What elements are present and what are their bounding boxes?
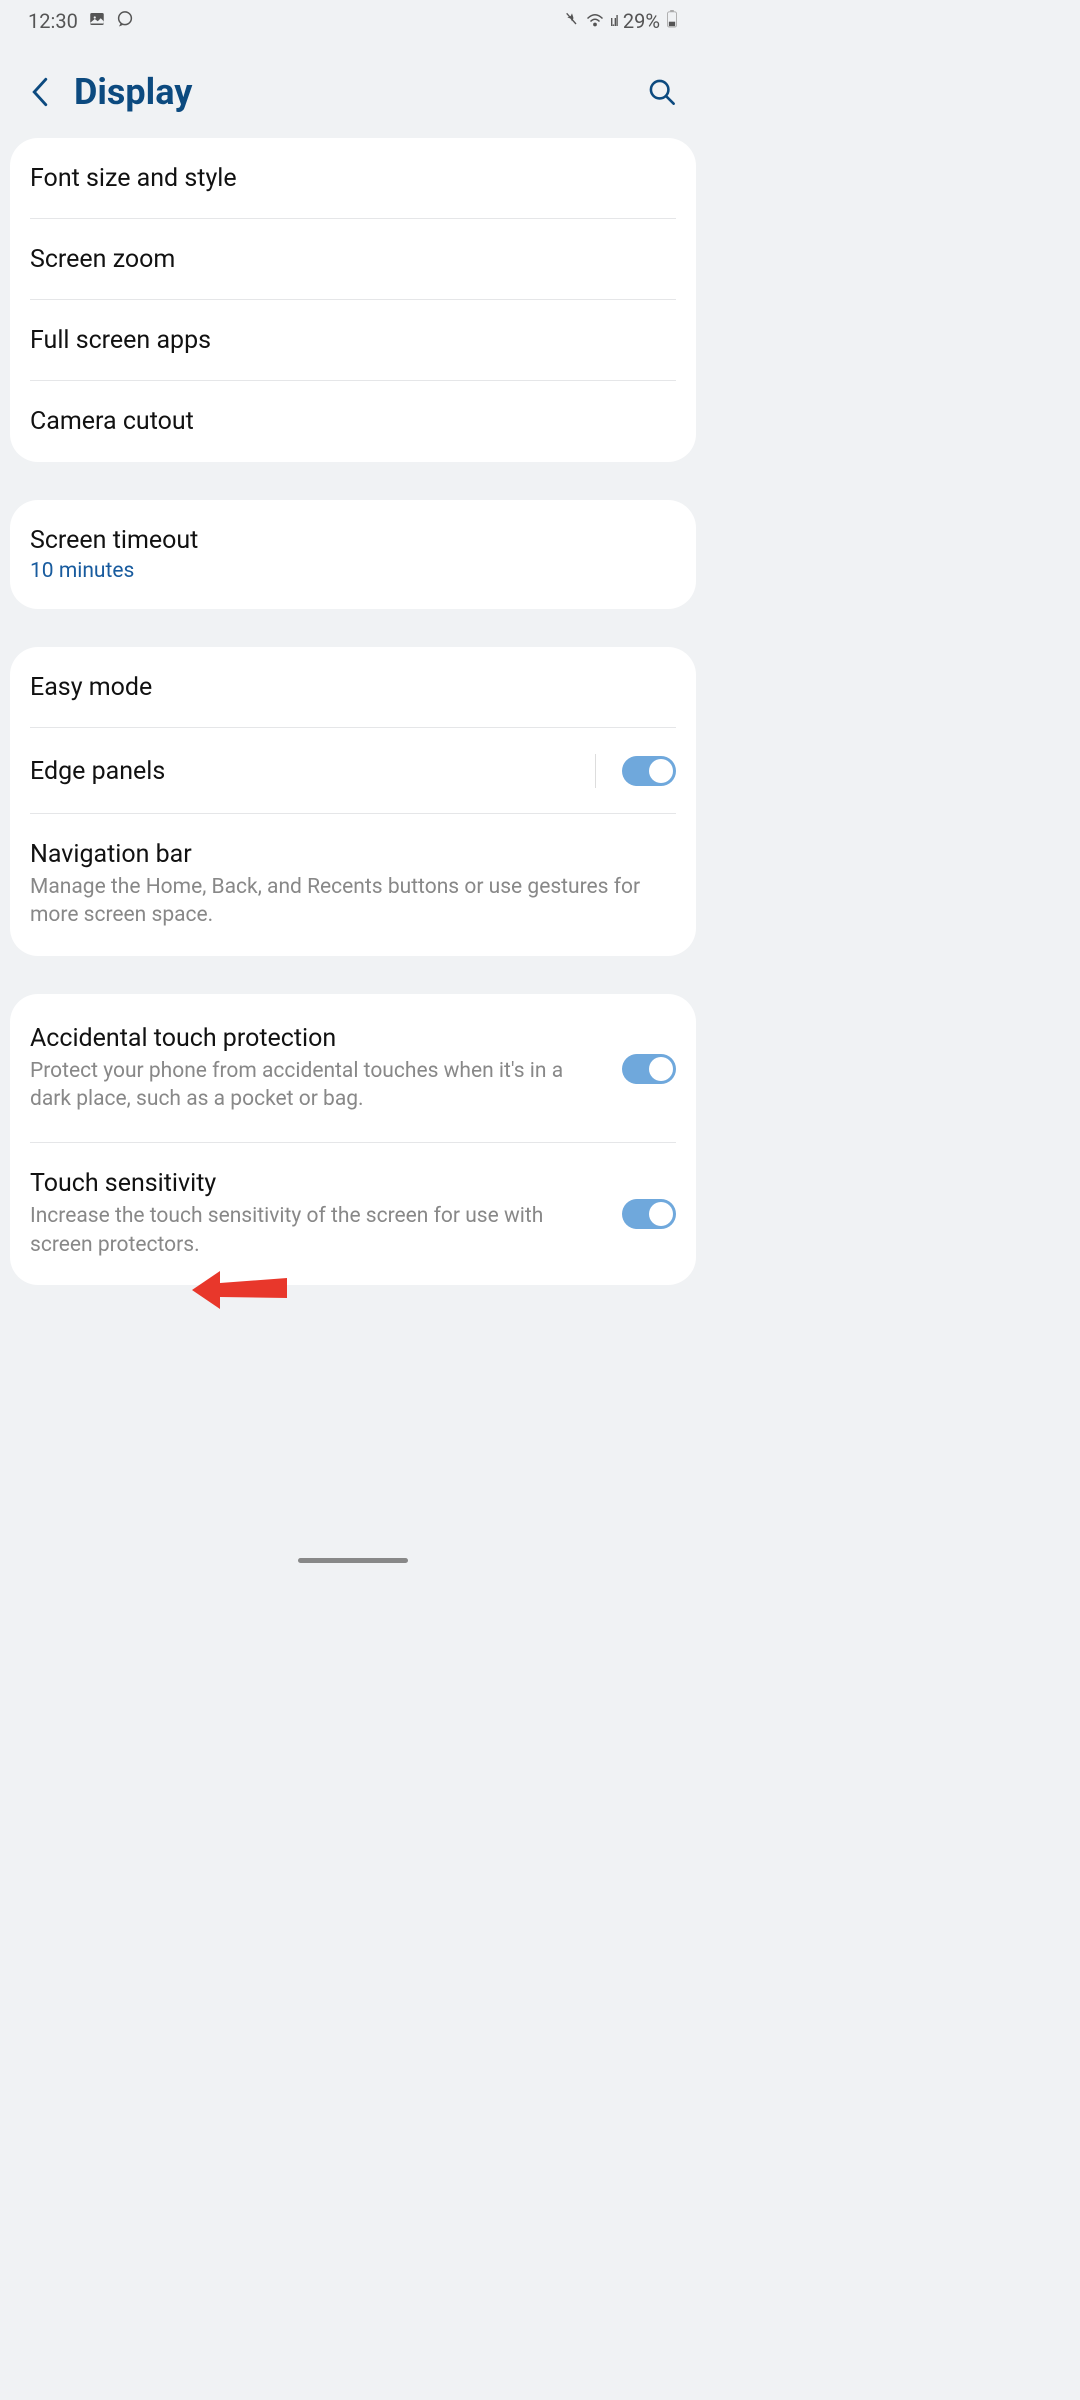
accidental-touch-toggle[interactable] [622, 1054, 676, 1084]
divider [595, 754, 596, 788]
easy-mode-item[interactable]: Easy mode [10, 647, 696, 728]
item-label: Accidental touch protection [30, 1024, 608, 1053]
page-title: Display [74, 71, 640, 113]
whatsapp-icon [116, 9, 134, 33]
search-button[interactable] [640, 70, 684, 114]
gesture-bar[interactable] [298, 1558, 408, 1563]
full-screen-apps-item[interactable]: Full screen apps [10, 300, 696, 381]
item-label: Full screen apps [30, 326, 676, 355]
wifi-icon [586, 9, 604, 33]
touch-sensitivity-toggle[interactable] [622, 1199, 676, 1229]
accidental-touch-item[interactable]: Accidental touch protection Protect your… [10, 994, 696, 1144]
item-subtitle: Manage the Home, Back, and Recents butto… [30, 873, 676, 930]
item-subtitle: Increase the touch sensitivity of the sc… [30, 1202, 608, 1259]
battery-icon [666, 9, 678, 33]
touch-sensitivity-item[interactable]: Touch sensitivity Increase the touch sen… [10, 1143, 696, 1285]
item-label: Navigation bar [30, 840, 676, 869]
settings-group-2: Screen timeout 10 minutes [10, 500, 696, 609]
settings-group-4: Accidental touch protection Protect your… [10, 994, 696, 1285]
header: Display [0, 42, 706, 138]
status-left: 12:30 [28, 9, 134, 33]
back-button[interactable] [18, 70, 62, 114]
signal-icon: ı.ıl [610, 12, 617, 30]
camera-cutout-item[interactable]: Camera cutout [10, 381, 696, 462]
item-label: Touch sensitivity [30, 1169, 608, 1198]
navigation-bar-item[interactable]: Navigation bar Manage the Home, Back, an… [10, 814, 696, 956]
status-time: 12:30 [28, 9, 78, 33]
item-value: 10 minutes [30, 559, 676, 583]
item-label: Easy mode [30, 673, 676, 702]
item-label: Screen timeout [30, 526, 676, 555]
item-label: Font size and style [30, 164, 676, 193]
settings-group-3: Easy mode Edge panels Navigation bar Man… [10, 647, 696, 956]
settings-group-1: Font size and style Screen zoom Full scr… [10, 138, 696, 462]
mute-icon [564, 9, 580, 33]
status-right: ı.ıl 29% [564, 9, 678, 33]
status-bar: 12:30 ı.ıl 29% [0, 0, 706, 42]
screen-timeout-item[interactable]: Screen timeout 10 minutes [10, 500, 696, 609]
item-label: Camera cutout [30, 407, 676, 436]
edge-panels-toggle[interactable] [622, 756, 676, 786]
item-label: Edge panels [30, 757, 595, 786]
edge-panels-item[interactable]: Edge panels [10, 728, 696, 814]
item-subtitle: Protect your phone from accidental touch… [30, 1057, 608, 1114]
screen-zoom-item[interactable]: Screen zoom [10, 219, 696, 300]
font-size-item[interactable]: Font size and style [10, 138, 696, 219]
battery-text: 29% [623, 9, 660, 33]
chevron-left-icon [31, 77, 49, 107]
item-label: Screen zoom [30, 245, 676, 274]
search-icon [648, 78, 676, 106]
gallery-icon [88, 9, 106, 33]
